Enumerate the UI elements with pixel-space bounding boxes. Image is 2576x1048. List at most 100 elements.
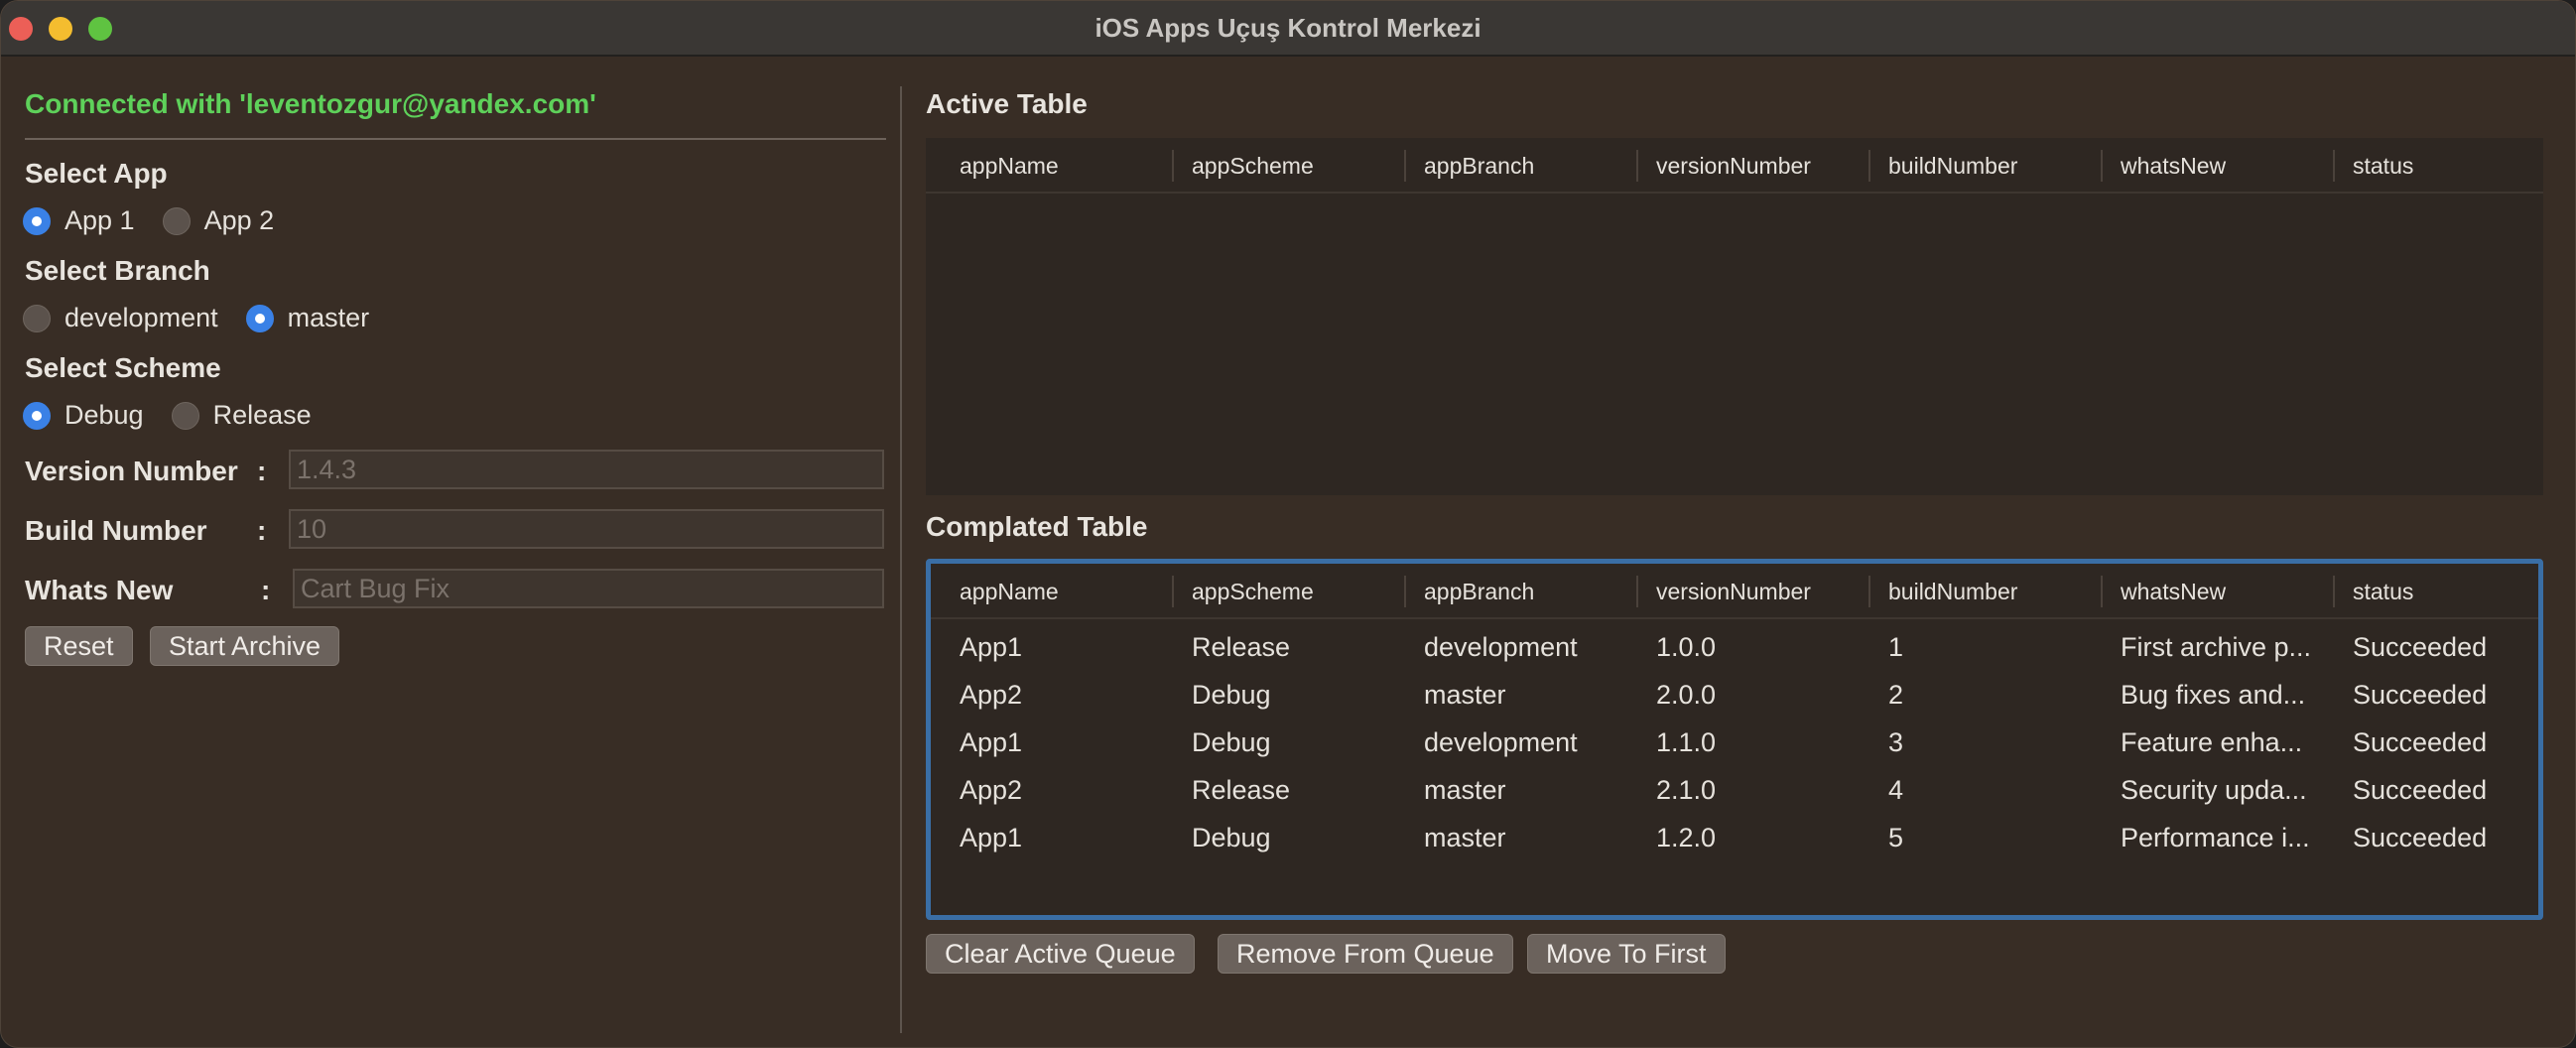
cell-appname: App1 <box>960 823 1023 852</box>
scheme-radio-group: Debug Release <box>23 400 339 431</box>
cell-versionnumber: 2.0.0 <box>1656 680 1717 710</box>
cell-appscheme: Debug <box>1192 823 1271 852</box>
panel-divider <box>900 86 902 1033</box>
radio-app-1[interactable]: App 1 <box>23 205 135 236</box>
cell-status: Succeeded <box>2353 680 2488 710</box>
radio-branch-development[interactable]: development <box>23 303 218 333</box>
cell-whatsnew: Feature enha... <box>2121 727 2303 757</box>
remove-from-queue-button[interactable]: Remove From Queue <box>1218 934 1513 974</box>
column-header-versionnumber[interactable]: versionNumber <box>1622 564 1811 619</box>
cell-buildnumber: 3 <box>1888 727 1904 757</box>
table-row[interactable]: App1 Release development 1.0.0 1 First a… <box>931 623 2538 671</box>
cell-appbranch: development <box>1424 632 1578 662</box>
cell-status: Succeeded <box>2353 632 2488 662</box>
column-header-appbranch[interactable]: appBranch <box>1390 138 1534 194</box>
column-header-buildnumber[interactable]: buildNumber <box>1855 564 2017 619</box>
cell-status: Succeeded <box>2353 727 2488 757</box>
left-divider <box>25 138 886 140</box>
cell-buildnumber: 5 <box>1888 823 1904 852</box>
build-colon: : <box>257 515 267 546</box>
column-header-whatsnew[interactable]: whatsNew <box>2087 564 2226 619</box>
radio-app-2[interactable]: App 2 <box>162 205 275 236</box>
radio-branch-master[interactable]: master <box>245 303 370 333</box>
column-header-appscheme[interactable]: appScheme <box>1158 564 1314 619</box>
reset-button[interactable]: Reset <box>25 626 133 666</box>
window-title: iOS Apps Uçuş Kontrol Merkezi <box>1095 13 1481 43</box>
completed-table-title: Complated Table <box>926 511 1148 542</box>
radio-selected-icon <box>23 206 51 235</box>
radio-selected-icon <box>23 401 51 430</box>
radio-label: App 2 <box>203 205 275 235</box>
cell-whatsnew: Performance i... <box>2121 823 2310 852</box>
clear-active-queue-button[interactable]: Clear Active Queue <box>926 934 1195 974</box>
app-radio-group: App 1 App 2 <box>23 205 302 236</box>
radio-unselected-icon <box>162 206 191 235</box>
title-bar: iOS Apps Uçuş Kontrol Merkezi <box>1 1 2575 57</box>
radio-label: Release <box>212 400 312 430</box>
cell-whatsnew: Security upda... <box>2121 775 2307 805</box>
table-row[interactable]: App2 Debug master 2.0.0 2 Bug fixes and.… <box>931 671 2538 719</box>
select-app-label: Select App <box>25 158 168 189</box>
select-scheme-label: Select Scheme <box>25 352 221 383</box>
cell-appscheme: Debug <box>1192 727 1271 757</box>
version-colon: : <box>257 456 267 486</box>
cell-appbranch: master <box>1424 775 1506 805</box>
active-table-header: appName appScheme appBranch versionNumbe… <box>926 138 2543 194</box>
cell-appname: App1 <box>960 727 1023 757</box>
version-number-input[interactable] <box>289 450 884 489</box>
build-number-input[interactable] <box>289 509 884 549</box>
cell-status: Succeeded <box>2353 775 2488 805</box>
whats-new-label: Whats New <box>25 575 174 605</box>
column-header-versionnumber[interactable]: versionNumber <box>1622 138 1811 194</box>
select-branch-label: Select Branch <box>25 255 210 286</box>
column-header-appscheme[interactable]: appScheme <box>1158 138 1314 194</box>
app-window: iOS Apps Uçuş Kontrol Merkezi Connected … <box>0 0 2576 1048</box>
completed-table[interactable]: appName appScheme appBranch versionNumbe… <box>926 559 2543 920</box>
cell-appbranch: master <box>1424 823 1506 852</box>
cell-versionnumber: 1.2.0 <box>1656 823 1717 852</box>
cell-buildnumber: 1 <box>1888 632 1904 662</box>
column-header-appname[interactable]: appName <box>926 138 1059 194</box>
build-number-label: Build Number <box>25 515 207 546</box>
radio-label: Debug <box>64 400 144 430</box>
cell-appbranch: development <box>1424 727 1578 757</box>
cell-buildnumber: 4 <box>1888 775 1904 805</box>
version-number-label: Version Number <box>25 456 238 486</box>
cell-appscheme: Release <box>1192 775 1291 805</box>
branch-radio-group: development master <box>23 303 397 333</box>
cell-versionnumber: 2.1.0 <box>1656 775 1717 805</box>
active-table-title: Active Table <box>926 88 1088 119</box>
radio-label: master <box>287 303 370 332</box>
start-archive-button[interactable]: Start Archive <box>150 626 340 666</box>
cell-appname: App2 <box>960 775 1023 805</box>
table-row[interactable]: App1 Debug development 1.1.0 3 Feature e… <box>931 719 2538 766</box>
radio-label: development <box>64 303 218 332</box>
radio-unselected-icon <box>23 304 51 332</box>
column-header-appbranch[interactable]: appBranch <box>1390 564 1534 619</box>
column-header-whatsnew[interactable]: whatsNew <box>2087 138 2226 194</box>
cell-appscheme: Debug <box>1192 680 1271 710</box>
cell-appname: App1 <box>960 632 1023 662</box>
table-row[interactable]: App2 Release master 2.1.0 4 Security upd… <box>931 766 2538 814</box>
column-header-status[interactable]: status <box>2319 138 2413 194</box>
radio-unselected-icon <box>171 401 199 430</box>
cell-versionnumber: 1.0.0 <box>1656 632 1717 662</box>
cell-whatsnew: Bug fixes and... <box>2121 680 2306 710</box>
whats-new-colon: : <box>261 575 271 605</box>
cell-buildnumber: 2 <box>1888 680 1904 710</box>
cell-appbranch: master <box>1424 680 1506 710</box>
cell-appname: App2 <box>960 680 1023 710</box>
active-table[interactable]: appName appScheme appBranch versionNumbe… <box>926 138 2543 495</box>
table-row[interactable]: App1 Debug master 1.2.0 5 Performance i.… <box>931 814 2538 861</box>
move-to-first-button[interactable]: Move To First <box>1527 934 1726 974</box>
column-header-status[interactable]: status <box>2319 564 2413 619</box>
column-header-buildnumber[interactable]: buildNumber <box>1855 138 2017 194</box>
connection-status: Connected with 'leventozgur@yandex.com' <box>25 88 596 119</box>
radio-selected-icon <box>245 304 274 332</box>
radio-scheme-release[interactable]: Release <box>171 400 312 431</box>
cell-appscheme: Release <box>1192 632 1291 662</box>
column-header-appname[interactable]: appName <box>926 564 1059 619</box>
cell-status: Succeeded <box>2353 823 2488 852</box>
whats-new-input[interactable] <box>293 569 884 608</box>
radio-scheme-debug[interactable]: Debug <box>23 400 144 431</box>
